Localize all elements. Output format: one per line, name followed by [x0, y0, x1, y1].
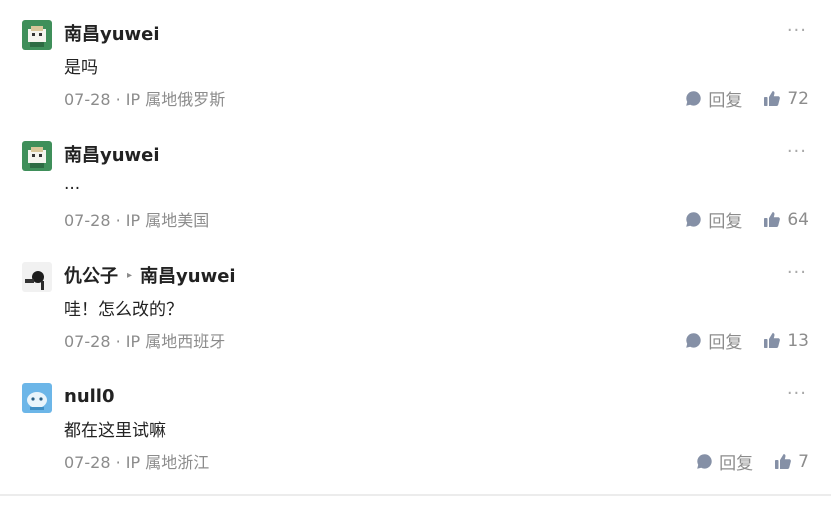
chat-bubble-icon [686, 333, 702, 348]
comment-author-row: 仇公子 ▸ 南昌yuwei [64, 263, 236, 287]
reply-button[interactable]: 回复 [696, 449, 753, 474]
comment-text: 是吗 [64, 58, 98, 78]
author-name[interactable]: 南昌yuwei [64, 141, 160, 167]
reply-label: 回复 [719, 454, 754, 474]
reply-button[interactable]: 回复 [685, 86, 742, 111]
reply-label: 回复 [708, 333, 743, 353]
thumbs-up-icon [764, 333, 781, 348]
chat-bubble-icon [686, 91, 702, 106]
like-button[interactable]: 13 [763, 331, 809, 351]
reply-arrow-icon: ▸ [127, 269, 133, 281]
comment-meta: 07-28 · IP 属地美国 [64, 211, 210, 230]
comment-author-row: 南昌yuwei [64, 142, 160, 166]
comment-item: 仇公子 ▸ 南昌yuwei 哇！怎么改的？ 07-28 · IP 属地西班牙 ·… [0, 262, 831, 380]
reply-button[interactable]: 回复 [685, 328, 742, 353]
avatar[interactable] [22, 141, 52, 171]
like-button[interactable]: 72 [763, 89, 809, 109]
reply-button[interactable]: 回复 [685, 207, 742, 232]
comment-item: null0 都在这里试嘛 07-28 · IP 属地浙江 ··· 回复 7 [0, 383, 831, 501]
more-options-button[interactable]: ··· [787, 383, 807, 404]
comment-actions: 回复 13 [685, 328, 809, 353]
avatar[interactable] [22, 383, 52, 413]
avatar[interactable] [22, 20, 52, 50]
comment-actions: 回复 64 [685, 207, 809, 232]
comment-text: ... [64, 174, 81, 194]
like-count: 13 [787, 330, 809, 351]
comment-text: 都在这里试嘛 [64, 421, 166, 441]
green-character-avatar-icon [22, 20, 52, 50]
chat-bubble-icon [697, 454, 712, 469]
like-count: 7 [798, 451, 809, 472]
reply-label: 回复 [708, 212, 743, 232]
avatar[interactable] [22, 262, 52, 292]
comment-actions: 回复 7 [696, 449, 809, 474]
like-button[interactable]: 7 [774, 452, 809, 472]
author-name[interactable]: null0 [64, 386, 115, 407]
comment-meta: 07-28 · IP 属地西班牙 [64, 332, 226, 351]
like-count: 72 [787, 88, 809, 109]
more-options-button[interactable]: ··· [787, 141, 807, 162]
comment-meta: 07-28 · IP 属地浙江 [64, 453, 210, 472]
thumbs-up-icon [764, 91, 781, 106]
comment-text: 哇！怎么改的？ [64, 300, 183, 320]
thumbs-up-icon [775, 454, 792, 469]
blue-cartoon-avatar-icon [22, 383, 52, 413]
comment-author-row: 南昌yuwei [64, 21, 160, 45]
comment-actions: 回复 72 [685, 86, 809, 111]
chat-bubble-icon [686, 212, 702, 227]
divider [0, 494, 831, 496]
like-button[interactable]: 64 [763, 210, 809, 230]
reply-label: 回复 [708, 91, 743, 111]
comment-meta: 07-28 · IP 属地俄罗斯 [64, 90, 226, 109]
dark-photo-avatar-icon [22, 262, 52, 292]
more-options-button[interactable]: ··· [787, 20, 807, 41]
reply-to-name[interactable]: 南昌yuwei [140, 262, 236, 288]
comment-author-row: null0 [64, 384, 115, 408]
like-count: 64 [787, 209, 809, 230]
author-name[interactable]: 仇公子 [64, 262, 118, 288]
thumbs-up-icon [764, 212, 781, 227]
comment-item: 南昌yuwei 是吗 07-28 · IP 属地俄罗斯 ··· 回复 72 [0, 20, 831, 138]
more-options-button[interactable]: ··· [787, 262, 807, 283]
comment-item: 南昌yuwei ... 07-28 · IP 属地美国 ··· 回复 64 [0, 141, 831, 259]
green-character-avatar-icon [22, 141, 52, 171]
author-name[interactable]: 南昌yuwei [64, 20, 160, 46]
